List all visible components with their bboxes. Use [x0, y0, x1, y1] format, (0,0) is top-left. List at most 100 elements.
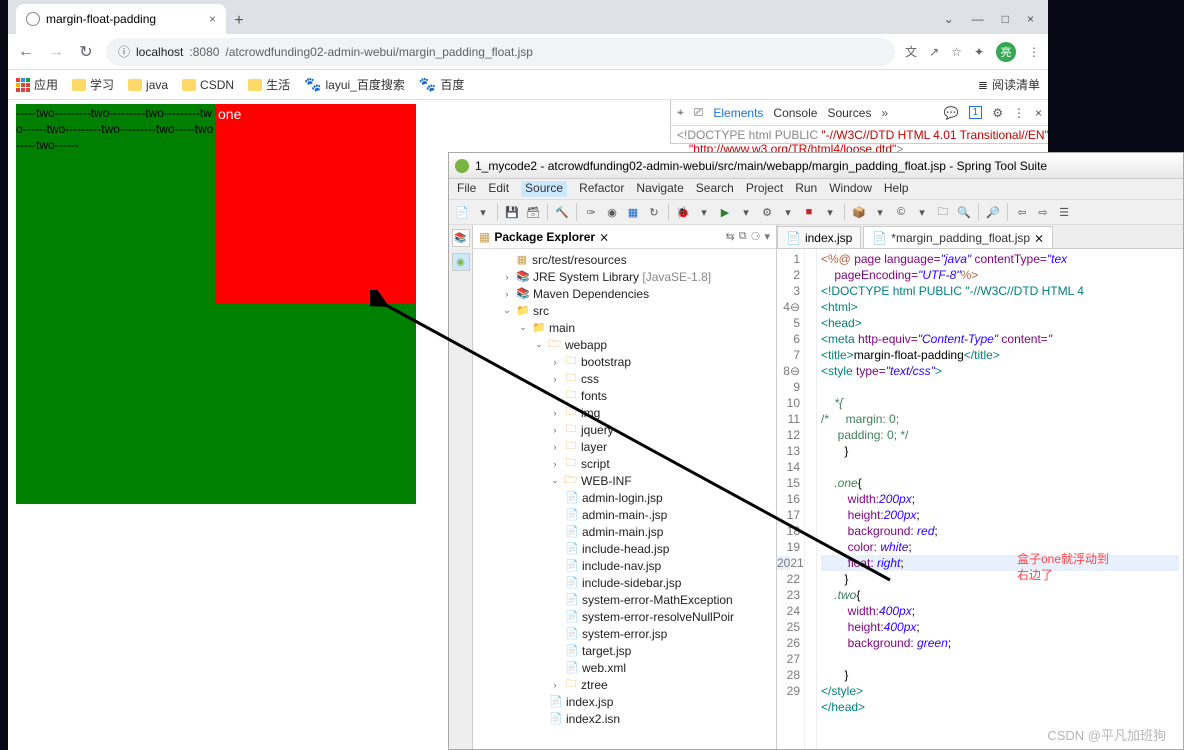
tab-elements[interactable]: Elements [713, 106, 763, 120]
spring-perspective-icon[interactable]: ◉ [452, 253, 470, 271]
stop-icon[interactable]: ◉ [603, 203, 621, 221]
menu-icon[interactable]: ▾ [764, 230, 770, 243]
search-icon[interactable]: 🔎 [984, 203, 1002, 221]
list-icon: ≣ [978, 78, 988, 92]
cursor-icon[interactable]: ✑ [582, 203, 600, 221]
menu-icon[interactable]: ⋮ [1013, 106, 1025, 120]
url-input[interactable]: ⓘ localhost:8080/atcrowdfunding02-admin-… [106, 38, 895, 66]
prev-icon[interactable]: ⇦ [1013, 203, 1031, 221]
browser-tab[interactable]: margin-float-padding × [16, 4, 226, 34]
new-pkg-icon[interactable]: 📦 [850, 203, 868, 221]
box-one: one [216, 104, 416, 304]
perspective-bar: 📚 ◉ [449, 225, 473, 749]
menu-source[interactable]: Source [521, 181, 567, 197]
menu-project[interactable]: Project [746, 181, 783, 197]
run-ext-icon[interactable]: ⚙ [758, 203, 776, 221]
open-type-icon[interactable]: 🔍 [955, 203, 973, 221]
editor-area: 📄index.jsp 📄*margin_padding_float.jsp ⨯ … [777, 225, 1183, 749]
forward-button[interactable]: → [46, 43, 66, 61]
menu-edit[interactable]: Edit [488, 181, 509, 197]
pkg-perspective-icon[interactable]: 📚 [452, 229, 470, 247]
close-icon[interactable]: × [209, 12, 216, 26]
task-icon[interactable]: ☰ [1055, 203, 1073, 221]
menu-run[interactable]: Run [795, 181, 817, 197]
maximize-button[interactable]: □ [1002, 12, 1009, 26]
device-icon[interactable]: ⎚ [694, 105, 704, 120]
new-class-icon[interactable]: © [892, 203, 910, 221]
address-bar: ← → ↻ ⓘ localhost:8080/atcrowdfunding02-… [8, 34, 1048, 70]
tab-console[interactable]: Console [773, 106, 817, 120]
inspect-icon[interactable]: ⌖ [677, 105, 684, 120]
tool-icon[interactable]: 🔨 [553, 203, 571, 221]
menu-refactor[interactable]: Refactor [579, 181, 624, 197]
extensions-icon[interactable]: ✦ [974, 45, 984, 59]
close-button[interactable]: × [1027, 12, 1034, 26]
menu-help[interactable]: Help [884, 181, 909, 197]
new-icon[interactable]: 📄 [453, 203, 471, 221]
gear-icon[interactable]: ⚙ [992, 106, 1003, 120]
folder-icon [248, 79, 262, 91]
save-icon[interactable]: 💾 [503, 203, 521, 221]
stop-server-icon[interactable]: ■ [800, 203, 818, 221]
run-icon[interactable]: ▶ [716, 203, 734, 221]
link-icon[interactable]: ⧉ [739, 230, 747, 243]
more-tabs[interactable]: » [881, 106, 888, 120]
browser-tabbar: margin-float-padding × + ⌄ — □ × [8, 0, 1048, 34]
saveall-icon[interactable]: 🗃 [524, 203, 542, 221]
spring-icon [455, 159, 469, 173]
menu-navigate[interactable]: Navigate [636, 181, 683, 197]
devtools-panel: ⌖ ⎚ Elements Console Sources » 💬1 ⚙ ⋮ × … [670, 100, 1048, 144]
apps-button[interactable]: 应用 [16, 76, 58, 93]
chevron-down-icon[interactable]: ⌄ [944, 12, 954, 26]
bookmark-baidu[interactable]: 🐾百度 [419, 76, 464, 93]
globe-icon [26, 12, 40, 26]
bookmark-study[interactable]: 学习 [72, 76, 114, 93]
box-icon[interactable]: ▦ [624, 203, 642, 221]
bookmark-life[interactable]: 生活 [248, 76, 290, 93]
tab-sources[interactable]: Sources [827, 106, 871, 120]
share-icon[interactable]: ↗ [929, 45, 939, 59]
folder-icon [128, 79, 142, 91]
back-button[interactable]: ← [16, 43, 36, 61]
bookmark-csdn[interactable]: CSDN [182, 78, 234, 92]
bookmark-icon[interactable]: ☆ [951, 45, 962, 59]
eclipse-menu: File Edit Source Refactor Navigate Searc… [449, 179, 1183, 199]
code-lines[interactable]: <%@ page language="java" contentType="te… [817, 249, 1183, 749]
code-editor[interactable]: 1234⊖5678⊖910111213141516171819202122232… [777, 249, 1183, 749]
box-two: one -----two---------two---------two----… [16, 104, 416, 504]
close-icon[interactable]: ⨯ [599, 230, 609, 244]
filter-icon[interactable]: ⚆ [751, 230, 761, 243]
message-count: 1 [969, 106, 983, 119]
tab-margin-jsp[interactable]: 📄*margin_padding_float.jsp ⨯ [863, 226, 1053, 248]
info-icon[interactable]: ⓘ [118, 43, 130, 60]
tab-index-jsp[interactable]: 📄index.jsp [777, 226, 861, 248]
folder-icon[interactable]: 🗀 [934, 203, 952, 221]
avatar[interactable]: 亮 [996, 42, 1016, 62]
project-tree[interactable]: ▦src/test/resources ›📚JRE System Library… [473, 249, 776, 749]
close-icon[interactable]: ⨯ [1034, 231, 1044, 245]
minimize-button[interactable]: — [972, 12, 984, 26]
bookmark-java[interactable]: java [128, 78, 168, 92]
debug-icon[interactable]: 🐞 [674, 203, 692, 221]
watermark: CSDN @平凡加班狗 [1047, 725, 1166, 744]
messages-icon[interactable]: 💬 [944, 106, 959, 120]
reading-list-button[interactable]: ≣阅读清单 [978, 76, 1040, 93]
line-numbers: 1234⊖5678⊖910111213141516171819202122232… [777, 249, 805, 749]
panel-title: Package Explorer [494, 230, 595, 244]
menu-icon[interactable]: ⋮ [1028, 45, 1040, 59]
refresh-icon[interactable]: ↻ [645, 203, 663, 221]
menu-search[interactable]: Search [696, 181, 734, 197]
dd-icon[interactable]: ▾ [474, 203, 492, 221]
translate-icon[interactable]: 文 [905, 43, 917, 60]
eclipse-titlebar: 1_mycode2 - atcrowdfunding02-admin-webui… [449, 153, 1183, 179]
next-icon[interactable]: ⇨ [1034, 203, 1052, 221]
new-tab-button[interactable]: + [226, 8, 252, 34]
bookmark-layui[interactable]: 🐾layui_百度搜索 [304, 76, 405, 93]
collapse-icon[interactable]: ⇆ [726, 230, 735, 243]
menu-file[interactable]: File [457, 181, 476, 197]
editor-tabs: 📄index.jsp 📄*margin_padding_float.jsp ⨯ [777, 225, 1183, 249]
folder-icon [182, 79, 196, 91]
close-icon[interactable]: × [1035, 106, 1042, 120]
reload-button[interactable]: ↻ [76, 42, 96, 62]
menu-window[interactable]: Window [829, 181, 872, 197]
